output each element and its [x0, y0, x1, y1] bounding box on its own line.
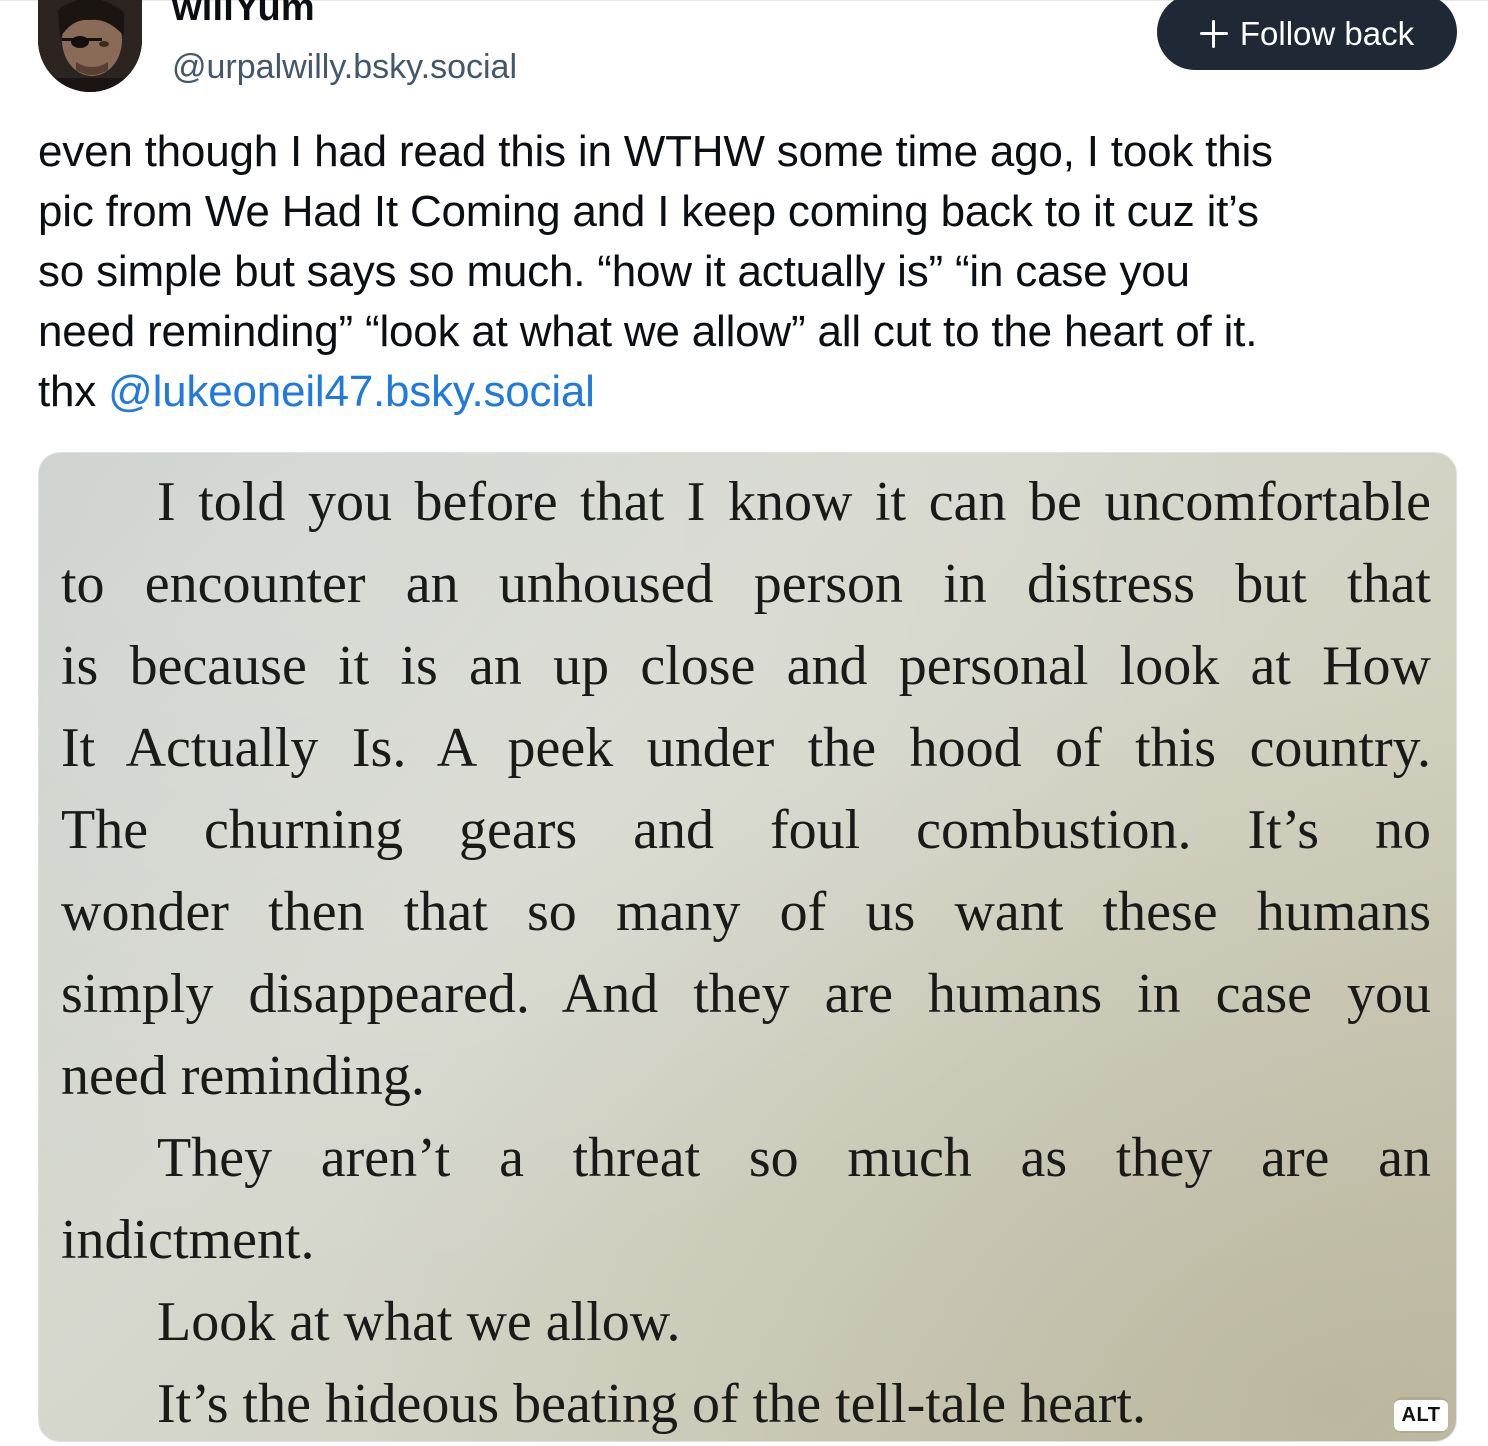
- book-line: It’s the hideous beating of the tell-tal…: [157, 1373, 1146, 1435]
- book-page-text: I told you before that I know it can be …: [61, 461, 1431, 1441]
- book-line: is because it is an up close and persona…: [61, 635, 1431, 697]
- book-line: need reminding.: [61, 1045, 425, 1107]
- book-line: The churning gears and foul combustion. …: [61, 799, 1431, 861]
- plus-icon: [1199, 20, 1228, 48]
- book-line: indictment.: [61, 1209, 315, 1271]
- avatar[interactable]: [38, 0, 142, 92]
- follow-back-button[interactable]: Follow back: [1157, 0, 1457, 70]
- post-text: even though I had read this in WTHW some…: [38, 122, 1458, 422]
- book-line: simply disappeared. And they are humans …: [61, 963, 1431, 1025]
- post-text-line: pic from We Had It Coming and I keep com…: [38, 187, 1259, 236]
- thanks-prefix: thx: [38, 367, 109, 416]
- author-display-name[interactable]: willYum: [172, 0, 315, 30]
- post-view: willYum @urpalwilly.bsky.social Follow b…: [0, 0, 1488, 1446]
- book-line: I told you before that I know it can be …: [157, 471, 1431, 533]
- alt-text-badge[interactable]: ALT: [1393, 1397, 1449, 1433]
- post-text-line: even though I had read this in WTHW some…: [38, 127, 1273, 176]
- alt-label: ALT: [1393, 1399, 1449, 1431]
- book-line: It Actually Is. A peek under the hood of…: [61, 717, 1431, 779]
- book-line: to encounter an unhoused person in distr…: [61, 553, 1431, 615]
- post-text-line: so simple but says so much. “how it actu…: [38, 247, 1190, 296]
- post-text-line-last: thx @lukeoneil47.bsky.social: [38, 362, 1458, 422]
- post-text-line: need reminding” “look at what we allow” …: [38, 307, 1258, 356]
- mention-link[interactable]: @lukeoneil47.bsky.social: [108, 367, 595, 416]
- avatar-photo-icon: [38, 0, 142, 92]
- author-handle[interactable]: @urpalwilly.bsky.social: [172, 46, 517, 88]
- follow-back-label: Follow back: [1239, 15, 1415, 52]
- post-image[interactable]: I told you before that I know it can be …: [38, 452, 1457, 1442]
- book-line: Look at what we allow.: [157, 1291, 681, 1353]
- book-line: wonder then that so many of us want thes…: [61, 881, 1431, 943]
- book-line: They aren’t a threat so much as they are…: [157, 1127, 1431, 1189]
